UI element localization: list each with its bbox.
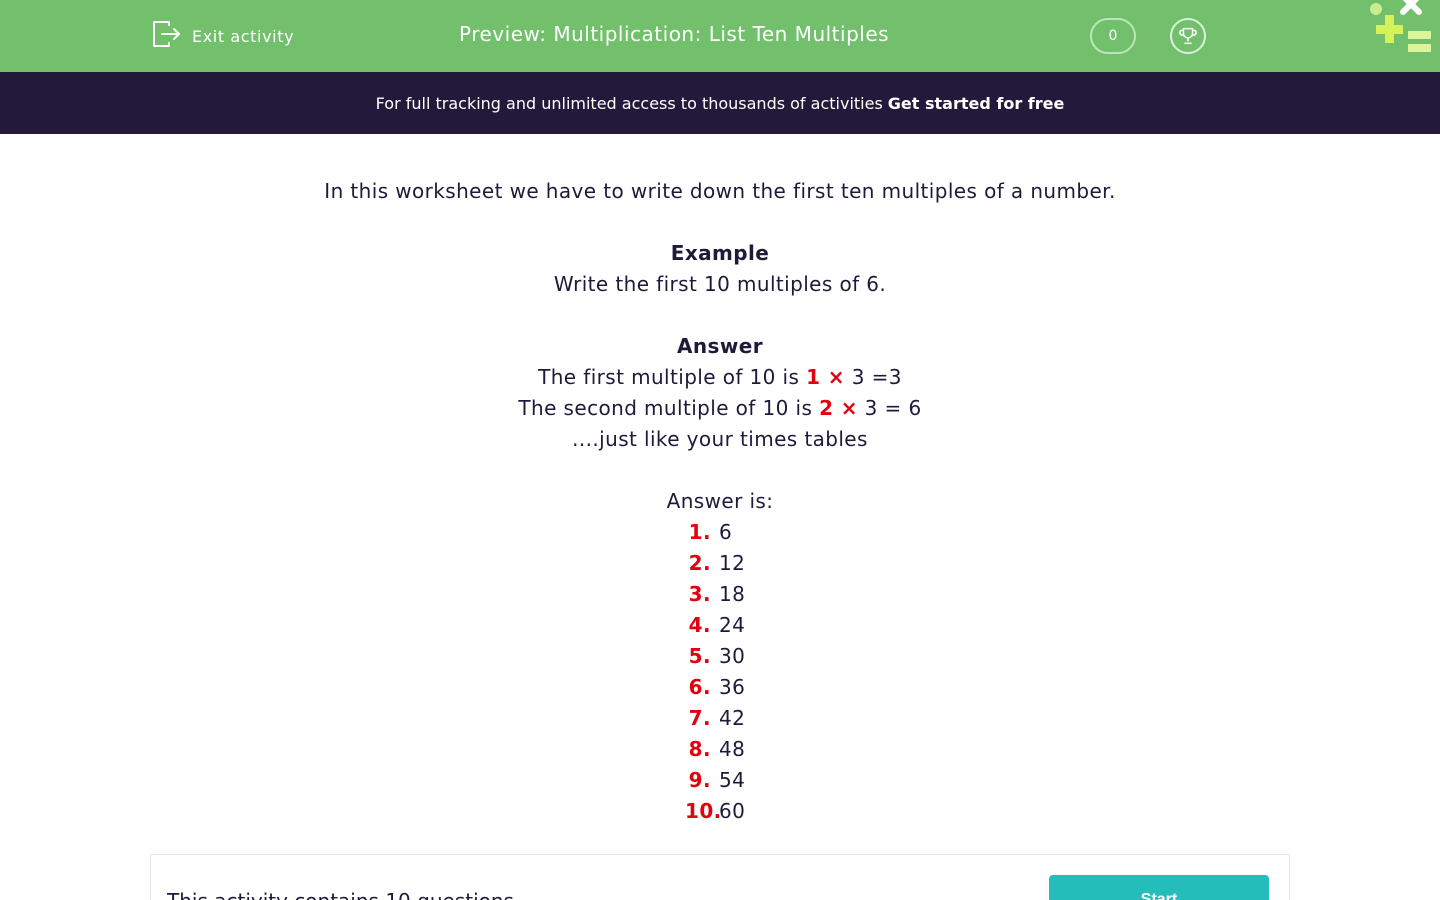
list-item: 3. 18 [688, 582, 746, 606]
banner-text: For full tracking and unlimited access t… [375, 93, 883, 113]
intro-text: In this worksheet we have to write down … [324, 179, 1116, 203]
trophy-icon [1179, 27, 1197, 45]
logo-icon [1370, 0, 1431, 52]
exit-activity-label: Exit activity [192, 26, 295, 46]
list-item: 9. 54 [688, 768, 746, 792]
list-item: 1. 6 [688, 520, 733, 544]
list-item: 4. 24 [688, 613, 746, 637]
explanation-line-3: ....just like your times tables [572, 427, 868, 451]
get-started-link[interactable]: Get started for free [888, 94, 1065, 113]
example-heading: Example [670, 241, 770, 265]
trophy-button[interactable] [1170, 18, 1206, 54]
upgrade-banner: For full tracking and unlimited access t… [0, 72, 1440, 134]
activity-card: This activity contains 10 questions Star… [150, 854, 1290, 900]
start-button[interactable]: Start [1049, 875, 1269, 900]
exit-activity-button[interactable]: Exit activity [150, 20, 294, 52]
page-title: Preview: Multiplication: List Ten Multip… [459, 22, 890, 46]
question-count-text: This activity contains 10 questions [167, 889, 514, 900]
answer-list: 1. 6 2. 12 3. 18 4. 24 5. 30 6. 36 7. 42 8. 48 9… [0, 517, 1440, 827]
list-item: 7. 42 [688, 706, 746, 730]
explanation-line-1: The first multiple of 10 is 1 × 3 =3 [538, 365, 902, 389]
list-item: 5. 30 [688, 644, 746, 668]
score-badge: 0 [1090, 18, 1136, 54]
answer-heading: Answer [677, 334, 763, 358]
list-item: 2. 12 [688, 551, 746, 575]
top-bar: Exit activity Preview: Multiplication: L… [0, 0, 1440, 72]
explanation-line-2: The second multiple of 10 is 2 × 3 = 6 [518, 396, 922, 420]
answer-is-label: Answer is: [666, 489, 774, 513]
example-text: Write the first 10 multiples of 6. [553, 272, 887, 296]
list-item: 10. 60 [685, 799, 746, 823]
list-item: 8. 48 [688, 737, 746, 761]
worksheet-intro: In this worksheet we have to write down … [0, 176, 1440, 827]
exit-icon [150, 18, 182, 54]
list-item: 6. 36 [688, 675, 746, 699]
